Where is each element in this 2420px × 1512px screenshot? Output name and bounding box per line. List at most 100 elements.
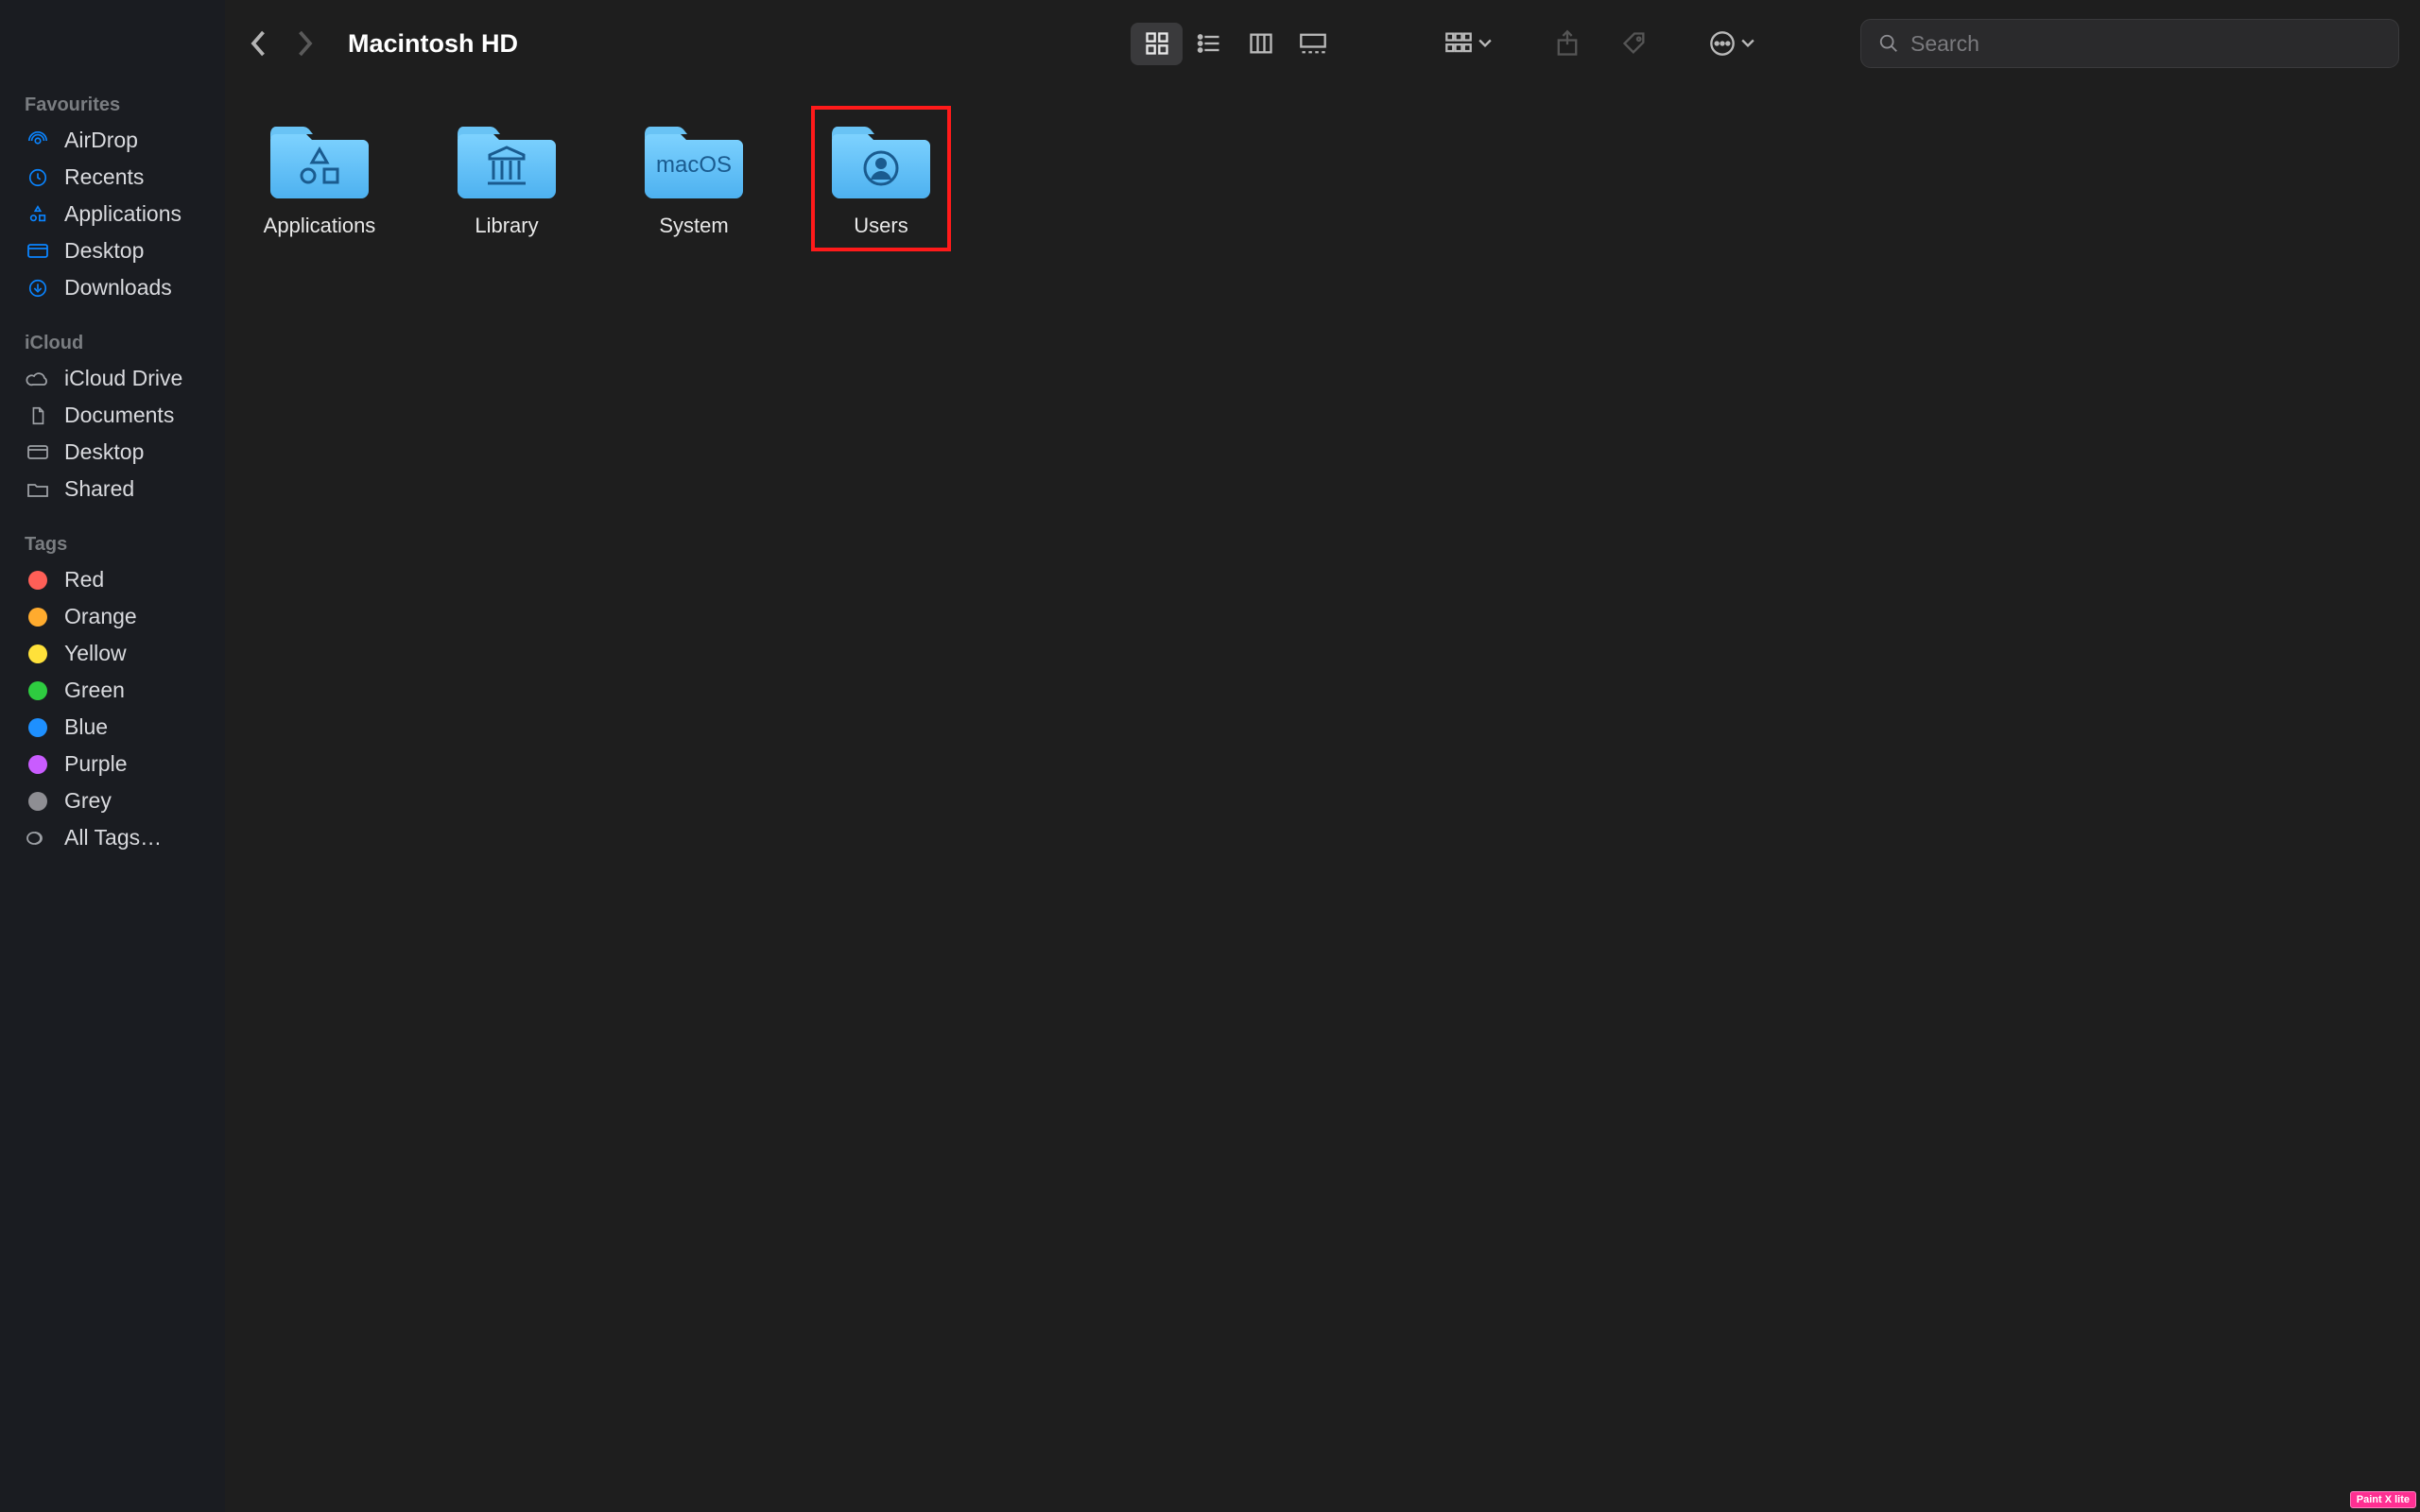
chevron-left-icon: [250, 29, 268, 58]
folder-label: Library: [475, 214, 538, 238]
list-icon: [1196, 30, 1222, 57]
folder-icon: [832, 119, 930, 198]
folder-users[interactable]: Users: [815, 110, 947, 248]
tag-dot-icon: [25, 680, 51, 701]
sidebar-item-label: Downloads: [64, 275, 172, 301]
sidebar-item-label: Green: [64, 678, 125, 703]
sidebar-item-downloads[interactable]: Downloads: [0, 269, 225, 306]
folder-applications[interactable]: Applications: [253, 110, 386, 248]
sidebar-item-label: All Tags…: [64, 825, 162, 850]
more-circle-icon: [1709, 30, 1736, 57]
sidebar-item-airdrop[interactable]: AirDrop: [0, 122, 225, 159]
shared-folder-icon: [25, 479, 51, 500]
tag-dot-icon: [25, 570, 51, 591]
sidebar-item-label: Applications: [64, 201, 182, 227]
share-button[interactable]: [1541, 23, 1593, 65]
view-icons-button[interactable]: [1131, 23, 1183, 65]
view-columns-button[interactable]: [1235, 23, 1287, 65]
sidebar-item-label: Grey: [64, 788, 112, 814]
tags-button[interactable]: [1608, 23, 1660, 65]
clock-icon: [25, 167, 51, 188]
gallery-icon: [1299, 30, 1327, 57]
grid-icon: [1144, 30, 1170, 57]
tag-dot-icon: [25, 791, 51, 812]
window-title: Macintosh HD: [348, 29, 518, 59]
sidebar-item-label: Purple: [64, 751, 127, 777]
view-gallery-button[interactable]: [1287, 23, 1339, 65]
applications-icon: [25, 204, 51, 225]
folder-label: Applications: [264, 214, 376, 238]
group-by-button[interactable]: [1444, 31, 1492, 56]
sidebar-item-label: Desktop: [64, 439, 144, 465]
sidebar-item-desktop[interactable]: Desktop: [0, 232, 225, 269]
search-input[interactable]: [1910, 31, 2381, 57]
icon-grid: Applications Library m: [253, 110, 2401, 248]
sidebar-tag-blue[interactable]: Blue: [0, 709, 225, 746]
download-icon: [25, 278, 51, 299]
tag-dot-icon: [25, 754, 51, 775]
content-area: Applications Library m: [225, 87, 2420, 1512]
sidebar-tag-all[interactable]: All Tags…: [0, 819, 225, 856]
sidebar-item-recents[interactable]: Recents: [0, 159, 225, 196]
airdrop-icon: [25, 130, 51, 151]
tag-icon: [1621, 30, 1648, 57]
forward-button[interactable]: [295, 23, 314, 65]
folder-glyph-text: macOS: [645, 119, 743, 198]
sidebar-item-label: Shared: [64, 476, 134, 502]
all-tags-icon: [25, 828, 51, 849]
sidebar-item-label: AirDrop: [64, 128, 138, 153]
view-mode-group: [1131, 23, 1339, 65]
folder-label: System: [659, 214, 728, 238]
sidebar-section-favourites: Favourites: [0, 85, 225, 122]
sidebar-item-icloud-drive[interactable]: iCloud Drive: [0, 360, 225, 397]
share-icon: [1555, 29, 1580, 58]
tag-dot-icon: [25, 717, 51, 738]
sidebar-item-label: Documents: [64, 403, 174, 428]
sidebar-item-shared[interactable]: Shared: [0, 471, 225, 507]
chevron-right-icon: [295, 29, 314, 58]
sidebar-tag-green[interactable]: Green: [0, 672, 225, 709]
columns-icon: [1248, 30, 1274, 57]
actions-button[interactable]: [1709, 30, 1754, 57]
back-button[interactable]: [250, 23, 268, 65]
desktop-icon: [25, 241, 51, 262]
tag-dot-icon: [25, 607, 51, 627]
sidebar-item-applications[interactable]: Applications: [0, 196, 225, 232]
sidebar-tag-orange[interactable]: Orange: [0, 598, 225, 635]
document-icon: [25, 405, 51, 426]
sidebar-item-label: iCloud Drive: [64, 366, 182, 391]
group-icon: [1444, 31, 1473, 56]
sidebar-section-icloud: iCloud: [0, 323, 225, 360]
folder-icon: [270, 119, 369, 198]
toolbar: Macintosh HD: [225, 0, 2420, 87]
search-icon: [1878, 33, 1899, 54]
sidebar-item-label: Orange: [64, 604, 137, 629]
folder-library[interactable]: Library: [441, 110, 573, 248]
cloud-icon: [25, 369, 51, 389]
sidebar-item-label: Desktop: [64, 238, 144, 264]
folder-icon: [458, 119, 556, 198]
sidebar: Favourites AirDrop Recents Applications …: [0, 0, 225, 1512]
sidebar-item-label: Yellow: [64, 641, 127, 666]
desktop-icon: [25, 442, 51, 463]
sidebar-item-label: Red: [64, 567, 104, 593]
chevron-down-icon: [1478, 37, 1492, 50]
sidebar-tag-purple[interactable]: Purple: [0, 746, 225, 782]
tag-dot-icon: [25, 644, 51, 664]
search-field[interactable]: [1860, 19, 2399, 68]
sidebar-section-tags: Tags: [0, 524, 225, 561]
sidebar-item-desktop-icloud[interactable]: Desktop: [0, 434, 225, 471]
chevron-down-icon: [1741, 37, 1754, 50]
sidebar-tag-yellow[interactable]: Yellow: [0, 635, 225, 672]
view-list-button[interactable]: [1183, 23, 1235, 65]
sidebar-tag-grey[interactable]: Grey: [0, 782, 225, 819]
main-area: Macintosh HD: [225, 0, 2420, 1512]
sidebar-tag-red[interactable]: Red: [0, 561, 225, 598]
sidebar-item-label: Blue: [64, 714, 108, 740]
folder-label: Users: [854, 214, 908, 238]
folder-icon: macOS: [645, 119, 743, 198]
watermark-badge: Paint X lite: [2350, 1491, 2416, 1508]
folder-system[interactable]: macOS System: [628, 110, 760, 248]
sidebar-item-documents[interactable]: Documents: [0, 397, 225, 434]
sidebar-item-label: Recents: [64, 164, 144, 190]
